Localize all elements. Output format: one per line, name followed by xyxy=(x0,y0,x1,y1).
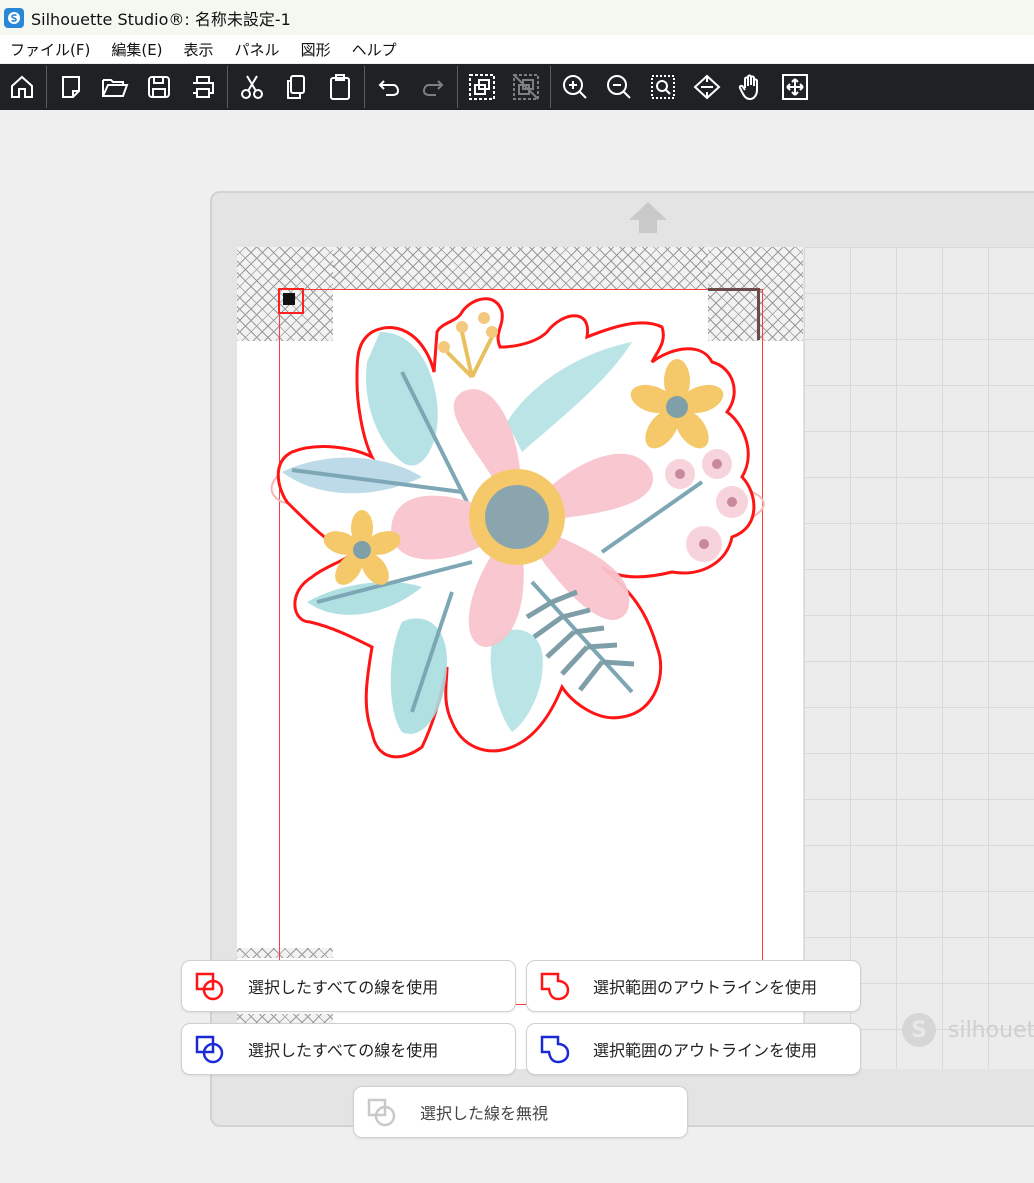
toolbar-separator xyxy=(46,66,47,108)
red-overlap-shapes-icon xyxy=(195,972,224,1001)
ignore-lines-label: 選択した線を無視 xyxy=(420,1104,549,1123)
main-toolbar xyxy=(0,64,1034,110)
zoom-in-icon xyxy=(563,75,587,99)
copy-button[interactable] xyxy=(274,64,318,110)
zoom-in-button[interactable] xyxy=(553,64,597,110)
menu-help[interactable]: ヘルプ xyxy=(342,39,408,60)
fit-to-mat-button[interactable] xyxy=(685,64,729,110)
menu-bar: ファイル(F) 編集(E) 表示 パネル 図形 ヘルプ xyxy=(0,35,1034,63)
zoom-selection-icon xyxy=(651,75,675,99)
blue-outline-shape-icon xyxy=(540,1035,570,1064)
fit-to-page-icon xyxy=(782,74,808,100)
ungroup-button[interactable] xyxy=(504,64,548,110)
feed-direction-arrow-icon xyxy=(627,200,669,238)
group-button[interactable] xyxy=(460,64,504,110)
open-button[interactable] xyxy=(93,64,137,110)
menu-view[interactable]: 表示 xyxy=(174,39,225,60)
undo-icon xyxy=(378,80,400,96)
red-use-all-lines-label: 選択したすべての線を使用 xyxy=(248,978,439,997)
home-button[interactable] xyxy=(0,64,44,110)
toolbar-separator xyxy=(550,66,551,108)
blue-use-all-lines-label: 選択したすべての線を使用 xyxy=(248,1041,439,1060)
open-folder-icon xyxy=(102,79,129,97)
zoom-selection-button[interactable] xyxy=(641,64,685,110)
silhouette-logo-icon: S xyxy=(902,1013,936,1047)
menu-edit[interactable]: 編集(E) xyxy=(101,39,173,60)
ungroup-icon xyxy=(513,74,539,100)
save-button[interactable] xyxy=(137,64,181,110)
pan-button[interactable] xyxy=(729,64,773,110)
paste-button[interactable] xyxy=(318,64,362,110)
redo-button[interactable] xyxy=(411,64,455,110)
menu-shape[interactable]: 図形 xyxy=(291,39,342,60)
watermark-text: silhouette xyxy=(948,1017,1034,1043)
blue-use-outline-label: 選択範囲のアウトラインを使用 xyxy=(593,1041,818,1060)
paste-icon xyxy=(330,74,350,100)
toolbar-separator xyxy=(364,66,365,108)
toolbar-separator xyxy=(457,66,458,108)
undo-button[interactable] xyxy=(367,64,411,110)
red-use-all-lines-button[interactable]: 選択したすべての線を使用 xyxy=(181,960,516,1012)
ignore-lines-button[interactable]: 選択した線を無視 xyxy=(353,1086,688,1138)
mat-grid xyxy=(804,247,1034,1069)
blue-use-outline-button[interactable]: 選択範囲のアウトラインを使用 xyxy=(526,1023,861,1075)
menu-file[interactable]: ファイル(F) xyxy=(0,39,101,60)
title-bar: Silhouette Studio®: 名称未設定-1 xyxy=(0,0,1034,35)
blue-overlap-shapes-icon xyxy=(195,1035,224,1064)
home-icon xyxy=(11,75,33,98)
red-use-outline-button[interactable]: 選択範囲のアウトラインを使用 xyxy=(526,960,861,1012)
no-cut-zone-top xyxy=(333,247,708,289)
cut-icon xyxy=(241,75,263,99)
pan-hand-icon xyxy=(738,74,758,101)
toolbar-separator xyxy=(227,66,228,108)
silhouette-watermark: S silhouette xyxy=(902,1013,1034,1047)
group-icon xyxy=(469,74,495,100)
copy-icon xyxy=(287,75,305,99)
silhouette-app-icon xyxy=(4,7,24,28)
zoom-out-icon xyxy=(607,75,631,99)
redo-icon xyxy=(422,80,444,96)
cut-button[interactable] xyxy=(230,64,274,110)
fit-to-page-button[interactable] xyxy=(773,64,817,110)
window-title: Silhouette Studio®: 名称未設定-1 xyxy=(31,9,291,29)
red-use-outline-label: 選択範囲のアウトラインを使用 xyxy=(593,978,818,997)
print-icon xyxy=(193,76,214,98)
save-icon xyxy=(148,76,170,98)
print-button[interactable] xyxy=(181,64,225,110)
red-outline-shape-icon xyxy=(540,972,570,1001)
new-document-button[interactable] xyxy=(49,64,93,110)
grey-overlap-shapes-icon xyxy=(367,1098,396,1127)
menu-panel[interactable]: パネル xyxy=(225,39,291,60)
zoom-out-button[interactable] xyxy=(597,64,641,110)
blue-use-all-lines-button[interactable]: 選択したすべての線を使用 xyxy=(181,1023,516,1075)
flower-design[interactable] xyxy=(262,292,772,766)
fit-to-mat-icon xyxy=(693,74,721,100)
new-document-icon xyxy=(62,76,80,98)
